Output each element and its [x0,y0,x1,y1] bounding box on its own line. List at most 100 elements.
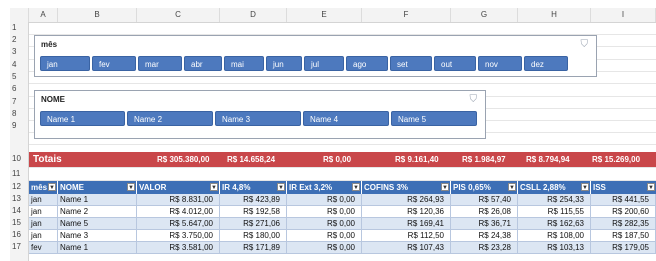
cell-ir[interactable]: R$ 192,58 [220,206,287,218]
slicer-item-set[interactable]: set [390,56,432,71]
cell-csll[interactable]: R$ 115,55 [518,206,591,218]
column-header-g[interactable]: G [451,8,518,22]
cell-cofins[interactable]: R$ 112,50 [362,230,451,242]
row-number[interactable]: 17 [10,242,29,251]
header-valor[interactable]: VALOR ▼ [137,181,220,194]
cell-pis[interactable]: R$ 26,08 [451,206,518,218]
row-number[interactable]: 13 [10,194,29,203]
row-number[interactable]: 9 [10,121,29,130]
filter-dropdown-icon[interactable]: ▼ [581,183,589,191]
cell-cofins[interactable]: R$ 120,36 [362,206,451,218]
row-number[interactable]: 3 [10,47,29,56]
cell-csll[interactable]: R$ 108,00 [518,230,591,242]
cell-mes[interactable]: jan [29,218,58,230]
cell-nome[interactable]: Name 5 [58,218,137,230]
row-number[interactable]: 5 [10,72,29,81]
header-ir-ext[interactable]: IR Ext 3,2% ▼ [287,181,362,194]
slicer-item-jul[interactable]: jul [304,56,344,71]
filter-dropdown-icon[interactable]: ▼ [508,183,516,191]
slicer-item-name-1[interactable]: Name 1 [40,111,125,126]
cell-valor[interactable]: R$ 3.750,00 [137,230,220,242]
header-cofins[interactable]: COFINS 3% ▼ [362,181,451,194]
cell-nome[interactable]: Name 1 [58,194,137,206]
slicer-item-fev[interactable]: fev [92,56,136,71]
column-header-e[interactable]: E [287,8,362,22]
cell-mes[interactable]: jan [29,230,58,242]
row-number[interactable]: 14 [10,206,29,215]
row-number[interactable]: 16 [10,230,29,239]
cell-valor[interactable]: R$ 3.581,00 [137,242,220,254]
slicer-item-name-5[interactable]: Name 5 [391,111,477,126]
filter-dropdown-icon[interactable]: ▼ [277,183,285,191]
row-number[interactable]: 10 [10,154,29,163]
slicer-item-mar[interactable]: mar [138,56,182,71]
column-header-c[interactable]: C [137,8,220,22]
cell-iss[interactable]: R$ 179,05 [591,242,656,254]
cell-valor[interactable]: R$ 8.831,00 [137,194,220,206]
filter-dropdown-icon[interactable]: ▼ [441,183,449,191]
slicer-item-name-3[interactable]: Name 3 [215,111,301,126]
slicer-item-dez[interactable]: dez [524,56,568,71]
cell-nome[interactable]: Name 1 [58,242,137,254]
filter-dropdown-icon[interactable]: ▼ [48,183,56,191]
cell-cofins[interactable]: R$ 169,41 [362,218,451,230]
slicer-item-ago[interactable]: ago [346,56,388,71]
cell-pis[interactable]: R$ 36,71 [451,218,518,230]
cell-pis[interactable]: R$ 24,38 [451,230,518,242]
cell-pis[interactable]: R$ 57,40 [451,194,518,206]
cell-nome[interactable]: Name 2 [58,206,137,218]
cell-ir[interactable]: R$ 180,00 [220,230,287,242]
cell-ir-ext[interactable]: R$ 0,00 [287,194,362,206]
filter-dropdown-icon[interactable]: ▼ [210,183,218,191]
filter-dropdown-icon[interactable]: ▼ [127,183,135,191]
column-header-i[interactable]: I [591,8,656,22]
slicer-item-out[interactable]: out [434,56,476,71]
cell-iss[interactable]: R$ 187,50 [591,230,656,242]
row-number[interactable]: 8 [10,109,29,118]
column-header-a[interactable]: A [29,8,58,22]
filter-dropdown-icon[interactable]: ▼ [647,183,655,191]
cell-csll[interactable]: R$ 254,33 [518,194,591,206]
slicer-item-nov[interactable]: nov [478,56,522,71]
cell-ir[interactable]: R$ 271,06 [220,218,287,230]
header-pis[interactable]: PIS 0,65% ▼ [451,181,518,194]
column-header-h[interactable]: H [518,8,591,22]
column-header-b[interactable]: B [58,8,137,22]
header-mes[interactable]: mês ▼ [29,181,58,194]
cell-ir[interactable]: R$ 423,89 [220,194,287,206]
cell-mes[interactable]: fev [29,242,58,254]
cell-iss[interactable]: R$ 441,55 [591,194,656,206]
header-nome[interactable]: NOME ▼ [58,181,137,194]
cell-csll[interactable]: R$ 103,13 [518,242,591,254]
header-ir[interactable]: IR 4,8% ▼ [220,181,287,194]
cell-pis[interactable]: R$ 23,28 [451,242,518,254]
slicer-item-name-4[interactable]: Name 4 [303,111,389,126]
row-number[interactable]: 1 [10,23,29,32]
slicer-item-abr[interactable]: abr [184,56,222,71]
cell-iss[interactable]: R$ 282,35 [591,218,656,230]
cell-valor[interactable]: R$ 4.012,00 [137,206,220,218]
column-header-f[interactable]: F [362,8,451,22]
cell-ir-ext[interactable]: R$ 0,00 [287,206,362,218]
filter-dropdown-icon[interactable]: ▼ [352,183,360,191]
cell-csll[interactable]: R$ 162,63 [518,218,591,230]
cell-cofins[interactable]: R$ 107,43 [362,242,451,254]
column-header-d[interactable]: D [220,8,287,22]
header-iss[interactable]: ISS ▼ [591,181,656,194]
slicer-item-jun[interactable]: jun [266,56,302,71]
slicer-item-name-2[interactable]: Name 2 [127,111,213,126]
row-number[interactable]: 7 [10,97,29,106]
row-number[interactable]: 6 [10,84,29,93]
cell-cofins[interactable]: R$ 264,93 [362,194,451,206]
cell-iss[interactable]: R$ 200,60 [591,206,656,218]
slicer-item-jan[interactable]: jan [40,56,90,71]
cell-mes[interactable]: jan [29,194,58,206]
slicer-item-mai[interactable]: mai [224,56,264,71]
row-number[interactable]: 12 [10,182,29,191]
row-number[interactable]: 4 [10,60,29,69]
cell-ir-ext[interactable]: R$ 0,00 [287,218,362,230]
row-number[interactable]: 2 [10,35,29,44]
row-number[interactable]: 15 [10,218,29,227]
row-number[interactable]: 11 [10,169,29,178]
cell-valor[interactable]: R$ 5.647,00 [137,218,220,230]
